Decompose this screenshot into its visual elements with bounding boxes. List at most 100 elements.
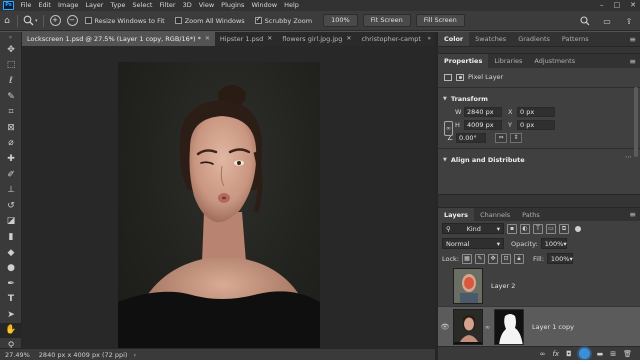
tab-adjustments[interactable]: Adjustments (528, 54, 581, 68)
layer-name[interactable]: Layer 2 (491, 282, 515, 290)
menu-view[interactable]: View (195, 0, 217, 11)
panel-menu-icon[interactable]: ≡ (629, 35, 636, 44)
menu-window[interactable]: Window (248, 0, 281, 11)
tab-flowers-girl[interactable]: flowers girl.jpg.jpg ✕ (277, 32, 356, 46)
opacity-field[interactable]: 100% ▾ (540, 238, 567, 249)
zoom-out-icon[interactable]: − (66, 15, 78, 26)
add-mask-icon[interactable]: ◘ (566, 350, 572, 358)
search-icon[interactable] (578, 14, 592, 28)
checkbox-box[interactable] (174, 17, 182, 24)
lock-pixels-icon[interactable]: ✎ (475, 253, 486, 264)
tab-libraries[interactable]: Libraries (488, 54, 528, 68)
tab-hipster[interactable]: Hipster 1.psd ✕ (215, 32, 277, 46)
move-tool-icon[interactable]: ✥ (0, 42, 22, 58)
type-tool-icon[interactable]: T (0, 292, 22, 308)
tab-properties[interactable]: Properties (438, 54, 489, 68)
tab-lockscreen[interactable]: Lockscreen 1.psd @ 27.5% (Layer 1 copy, … (22, 32, 215, 46)
align-section-header[interactable]: ▼ Align and Distribute (438, 153, 640, 166)
resize-windows-checkbox[interactable]: Resize Windows to Fit (84, 17, 165, 25)
menu-image[interactable]: Image (54, 0, 81, 11)
tab-layers[interactable]: Layers (438, 207, 475, 222)
tab-christopher[interactable]: christopher-campt (356, 32, 426, 46)
scrubby-zoom-checkbox[interactable]: Scrubby Zoom (254, 15, 312, 25)
frame-tool-icon[interactable]: ⊠ (0, 120, 22, 136)
fill-screen-button[interactable]: Fill Screen (415, 14, 465, 27)
panel-menu-icon[interactable]: ≡ (629, 210, 636, 219)
mask-link-icon[interactable]: ∞ (485, 324, 490, 331)
menu-file[interactable]: File (17, 0, 35, 11)
more-icon[interactable]: ⋯ (625, 153, 632, 161)
marquee-tool-icon[interactable]: ⬚ (0, 58, 22, 74)
tabs-overflow-icon[interactable]: » (427, 32, 431, 46)
kind-filter-select[interactable]: ⚲ Kind ▾ (442, 223, 504, 234)
menu-edit[interactable]: Edit (35, 0, 55, 11)
zoom-in-icon[interactable]: + (49, 15, 61, 26)
toolbar-collapse-icon[interactable]: » (0, 32, 21, 42)
tab-swatches[interactable]: Swatches (469, 32, 512, 46)
chevron-right-icon[interactable]: › (133, 351, 136, 359)
layer-mask-thumbnail[interactable] (494, 309, 524, 345)
width-field[interactable]: 2840 px (464, 106, 502, 117)
zoom-level[interactable]: 27.49% (0, 351, 35, 359)
filter-adjustment-icon[interactable]: ◐ (520, 223, 530, 234)
blur-tool-icon[interactable]: ◆ (0, 245, 22, 261)
clone-stamp-tool-icon[interactable]: ⊥ (0, 182, 22, 198)
zoom-100-button[interactable]: 100% (323, 14, 358, 27)
flip-vertical-icon[interactable]: ⇕ (510, 132, 522, 143)
tab-paths[interactable]: Paths (516, 208, 546, 222)
tab-channels[interactable]: Channels (474, 208, 516, 222)
menu-layer[interactable]: Layer (82, 0, 107, 11)
menu-filter[interactable]: Filter (156, 0, 179, 11)
hand-tool-icon[interactable]: ✋ (0, 322, 22, 339)
healing-brush-tool-icon[interactable]: ✚ (0, 151, 22, 167)
flip-horizontal-icon[interactable]: ⇔ (495, 132, 507, 143)
gradient-tool-icon[interactable]: ▮ (0, 229, 22, 245)
transform-section-header[interactable]: ▼ Transform (438, 92, 640, 105)
lock-transparent-icon[interactable]: ▦ (462, 253, 473, 264)
lock-artboard-icon[interactable]: ⊡ (501, 253, 512, 264)
filter-shape-icon[interactable]: ▭ (546, 223, 556, 234)
tab-gradients[interactable]: Gradients (512, 32, 556, 46)
quick-select-tool-icon[interactable]: ✎ (0, 89, 22, 105)
zoom-all-windows-checkbox[interactable]: Zoom All Windows (174, 17, 245, 25)
checkbox-box[interactable] (254, 15, 262, 24)
link-layers-icon[interactable]: ∞ (540, 350, 546, 358)
trash-icon[interactable]: 🗑︎ (623, 350, 632, 358)
layer-thumbnail[interactable] (453, 309, 483, 345)
menu-type[interactable]: Type (107, 0, 129, 11)
eyedropper-tool-icon[interactable]: ⌀ (0, 136, 22, 152)
mask-icon[interactable] (456, 73, 464, 81)
home-icon[interactable]: ⌂ (0, 14, 14, 28)
close-icon[interactable]: ✕ (630, 0, 636, 11)
canvas-area[interactable] (22, 46, 435, 348)
filter-toggle-icon[interactable] (575, 225, 581, 232)
workspace-icon[interactable]: ▭ (600, 14, 614, 28)
layer-thumbnail[interactable] (453, 268, 483, 304)
eye-icon[interactable]: 👁︎ (438, 323, 452, 331)
blend-mode-select[interactable]: Normal ▾ (442, 238, 504, 249)
lock-all-icon[interactable]: 🔒︎ (514, 253, 525, 264)
filter-smart-object-icon[interactable]: ⧉ (559, 223, 569, 234)
zoom-tool-preset-icon[interactable] (21, 14, 35, 28)
new-layer-icon[interactable]: ⊞ (610, 350, 616, 358)
history-brush-tool-icon[interactable]: ↺ (0, 198, 22, 214)
share-icon[interactable]: ⇪ (622, 14, 636, 28)
menu-select[interactable]: Select (129, 0, 156, 11)
crop-tool-icon[interactable]: ⌗ (0, 104, 22, 120)
close-tab-icon[interactable]: ✕ (346, 32, 351, 46)
angle-field[interactable]: 0.00° (456, 132, 486, 143)
menu-3d[interactable]: 3D (179, 0, 195, 11)
y-field[interactable]: 0 px (517, 119, 555, 130)
checkbox-box[interactable] (84, 17, 92, 24)
brush-tool-icon[interactable]: ✐ (0, 167, 22, 183)
filter-type-icon[interactable]: T (533, 223, 543, 234)
close-tab-icon[interactable]: ✕ (205, 32, 210, 46)
eraser-tool-icon[interactable]: ◪ (0, 214, 22, 230)
pen-tool-icon[interactable]: ✒ (0, 276, 22, 292)
path-selection-tool-icon[interactable]: ➤ (0, 307, 22, 323)
link-dimensions-icon[interactable]: ∞ (444, 121, 453, 136)
photoshop-logo-icon[interactable]: Ps (3, 1, 14, 10)
tab-color[interactable]: Color (438, 32, 470, 46)
fill-field[interactable]: 100% ▾ (546, 253, 573, 264)
menu-help[interactable]: Help (281, 0, 303, 11)
